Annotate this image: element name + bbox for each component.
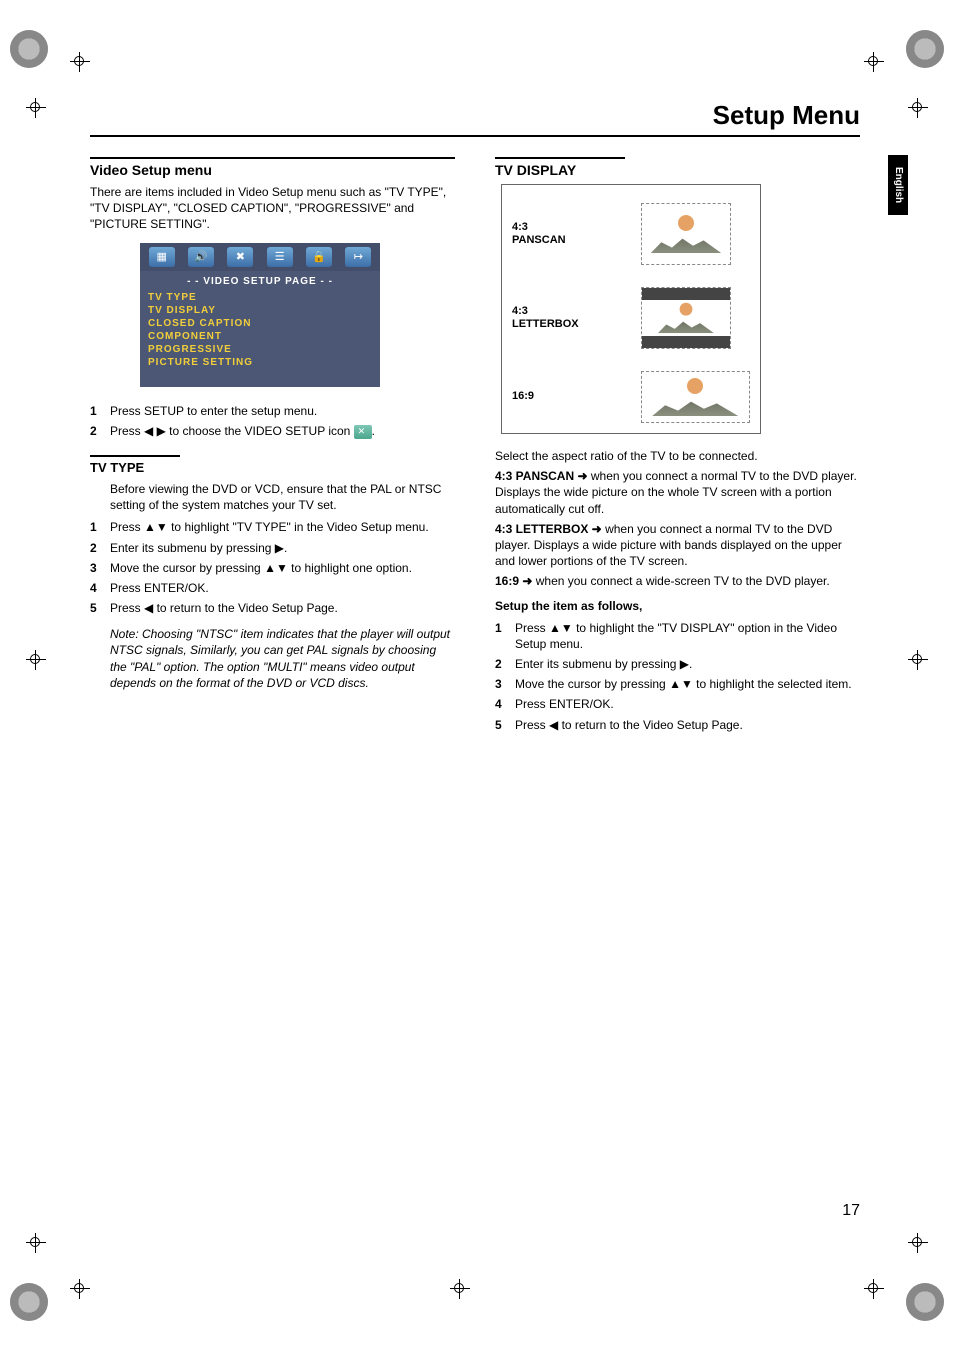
crop-target-icon <box>26 650 46 670</box>
tv-type-heading: TV TYPE <box>90 455 180 475</box>
tv-display-options: 4:3 PANSCAN 4:3 LETTERBOX 16:9 <box>501 184 761 434</box>
crop-target-icon <box>70 52 90 72</box>
language-tab: English <box>888 155 908 215</box>
step: Enter its submenu by pressing ▶. <box>495 654 860 674</box>
tv-type-note: Note: Choosing "NTSC" item indicates tha… <box>90 626 455 691</box>
tv-type-intro: Before viewing the DVD or VCD, ensure th… <box>90 481 455 513</box>
page-number: 17 <box>842 1202 860 1220</box>
tv-option-169: 16:9 <box>512 371 750 423</box>
tv-display-select-text: Select the aspect ratio of the TV to be … <box>495 448 860 464</box>
tv-preview-letterbox <box>641 287 731 349</box>
crop-target-icon <box>70 1279 90 1299</box>
tv-option-letterbox: 4:3 LETTERBOX <box>512 287 750 349</box>
crop-target-icon <box>908 98 928 118</box>
tv-preview-panscan <box>641 203 731 265</box>
crop-target-icon <box>864 52 884 72</box>
osd-menu-title: - - VIDEO SETUP PAGE - - <box>148 275 372 288</box>
tv-option-panscan: 4:3 PANSCAN <box>512 203 750 265</box>
step: Move the cursor by pressing ▲▼ to highli… <box>90 558 455 578</box>
setup-item-heading: Setup the item as follows, <box>495 598 860 614</box>
panscan-desc: 4:3 PANSCAN ➜ when you connect a normal … <box>495 468 860 517</box>
wide-text: when you connect a wide-screen TV to the… <box>532 574 829 588</box>
steps-tv-display: Press ▲▼ to highlight the "TV DISPLAY" o… <box>495 618 860 735</box>
registration-mark-icon <box>10 1283 48 1321</box>
osd-audio-icon: 🔊 <box>188 247 214 267</box>
crop-target-icon <box>908 650 928 670</box>
osd-menu-item: PICTURE SETTING <box>148 356 372 369</box>
osd-general-icon: ▦ <box>149 247 175 267</box>
crop-target-icon <box>864 1279 884 1299</box>
osd-video-icon: ✖ <box>227 247 253 267</box>
page-title: Setup Menu <box>90 100 860 137</box>
crop-target-icon <box>26 98 46 118</box>
wide-label: 16:9 ➜ <box>495 574 532 588</box>
left-column: Video Setup menu There are items include… <box>90 157 455 735</box>
wide-desc: 16:9 ➜ when you connect a wide-screen TV… <box>495 573 860 589</box>
step: Press ▲▼ to highlight the "TV DISPLAY" o… <box>495 618 860 654</box>
step: Press ◀ to return to the Video Setup Pag… <box>495 715 860 735</box>
osd-menu-item: CLOSED CAPTION <box>148 317 372 330</box>
osd-menu-item: TV TYPE <box>148 291 372 304</box>
osd-menu-item: PROGRESSIVE <box>148 343 372 356</box>
step-text: Press ◀ ▶ to choose the VIDEO SETUP icon <box>110 424 354 438</box>
tv-option-label: 4:3 PANSCAN <box>512 221 617 247</box>
step: Move the cursor by pressing ▲▼ to highli… <box>495 674 860 694</box>
tv-option-label: 4:3 LETTERBOX <box>512 305 617 331</box>
tv-display-heading: TV DISPLAY <box>495 157 625 178</box>
step: Press ◀ to return to the Video Setup Pag… <box>90 598 455 618</box>
panscan-label: 4:3 PANSCAN ➜ <box>495 469 588 483</box>
step: Press ▲▼ to highlight "TV TYPE" in the V… <box>90 517 455 537</box>
step: Enter its submenu by pressing ▶. <box>90 538 455 558</box>
osd-icon-row: ▦ 🔊 ✖ ☰ 🔒 ↦ <box>140 243 380 271</box>
letterbox-desc: 4:3 LETTERBOX ➜ when you connect a norma… <box>495 521 860 570</box>
video-setup-icon <box>354 425 372 439</box>
tv-preview-169 <box>641 371 751 423</box>
registration-mark-icon <box>906 30 944 68</box>
step: Press SETUP to enter the setup menu. <box>90 401 455 421</box>
crop-target-icon <box>450 1279 470 1299</box>
step: Press ENTER/OK. <box>90 578 455 598</box>
step-text: Press SETUP to enter the setup menu. <box>110 404 317 418</box>
osd-preference-icon: ☰ <box>267 247 293 267</box>
osd-menu-screenshot: ▦ 🔊 ✖ ☰ 🔒 ↦ - - VIDEO SETUP PAGE - - TV … <box>140 243 380 387</box>
registration-mark-icon <box>906 1283 944 1321</box>
letterbox-label: 4:3 LETTERBOX ➜ <box>495 522 602 536</box>
crop-target-icon <box>908 1233 928 1253</box>
osd-menu-item: TV DISPLAY <box>148 304 372 317</box>
steps-tv-type: Press ▲▼ to highlight "TV TYPE" in the V… <box>90 517 455 618</box>
osd-exit-icon: ↦ <box>345 247 371 267</box>
crop-target-icon <box>26 1233 46 1253</box>
osd-menu-body: - - VIDEO SETUP PAGE - - TV TYPE TV DISP… <box>140 271 380 387</box>
video-setup-intro: There are items included in Video Setup … <box>90 184 455 233</box>
step: Press ◀ ▶ to choose the VIDEO SETUP icon… <box>90 421 455 441</box>
tv-option-label: 16:9 <box>512 390 617 403</box>
osd-menu-item: COMPONENT <box>148 330 372 343</box>
right-column: TV DISPLAY 4:3 PANSCAN 4:3 LETTERBOX 16:… <box>495 157 860 735</box>
step: Press ENTER/OK. <box>495 694 860 714</box>
registration-mark-icon <box>10 30 48 68</box>
osd-lock-icon: 🔒 <box>306 247 332 267</box>
steps-enter-video-setup: Press SETUP to enter the setup menu. Pre… <box>90 401 455 441</box>
video-setup-heading: Video Setup menu <box>90 157 455 178</box>
